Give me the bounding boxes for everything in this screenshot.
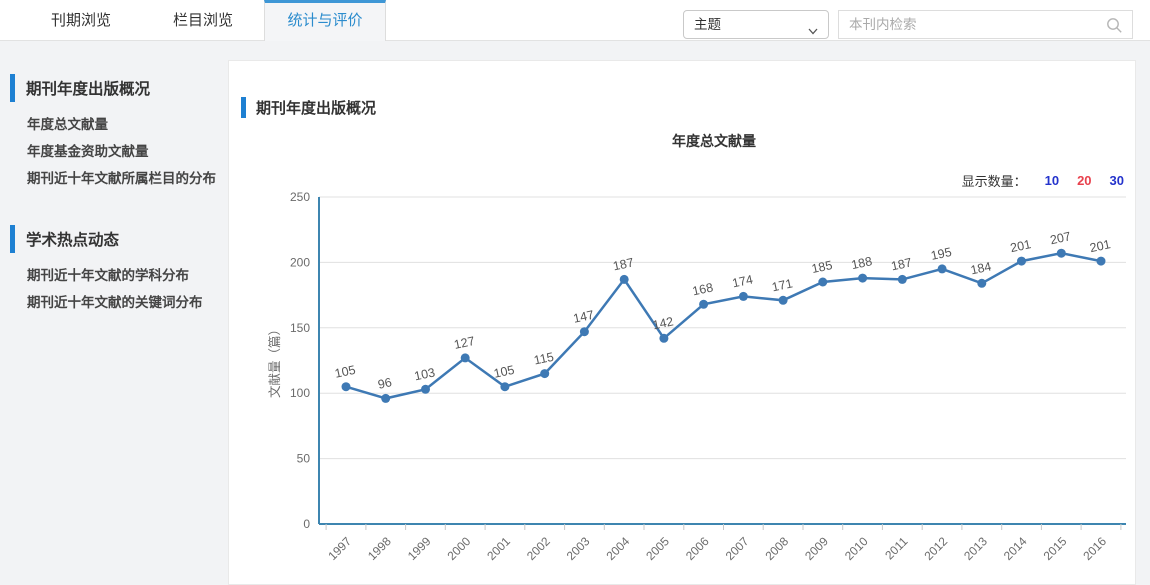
svg-text:2014: 2014: [1001, 534, 1030, 563]
svg-text:150: 150: [290, 321, 310, 335]
svg-text:50: 50: [297, 452, 311, 466]
svg-text:250: 250: [290, 190, 310, 204]
search-area: 主题: [683, 10, 1133, 39]
tab-column-browse[interactable]: 栏目浏览: [142, 0, 264, 41]
svg-text:171: 171: [771, 276, 794, 294]
svg-text:187: 187: [612, 255, 635, 273]
search-icon[interactable]: [1106, 17, 1123, 39]
tab-issue-browse[interactable]: 刊期浏览: [20, 0, 142, 41]
topic-select[interactable]: 主题: [683, 10, 829, 39]
display-count-option-10[interactable]: 10: [1045, 173, 1059, 188]
chart-title: 年度总文献量: [289, 131, 1139, 151]
svg-text:200: 200: [290, 255, 310, 269]
svg-text:201: 201: [1089, 237, 1112, 255]
chevron-down-icon: [807, 19, 819, 46]
svg-text:103: 103: [413, 365, 436, 383]
section-accent-bar: [10, 225, 15, 253]
display-count-option-20[interactable]: 20: [1077, 173, 1091, 188]
line-chart: 0 50 100 150 200 250 105 1997 96 1998 103 1999 127 20…: [233, 189, 1138, 584]
svg-text:2004: 2004: [604, 534, 633, 563]
journal-search-box: [838, 10, 1133, 39]
svg-text:207: 207: [1049, 229, 1072, 247]
svg-text:2010: 2010: [842, 534, 871, 563]
svg-text:2007: 2007: [723, 534, 752, 563]
sidebar-list: 期刊近十年文献的学科分布 期刊近十年文献的关键词分布: [0, 262, 228, 316]
svg-text:96: 96: [377, 375, 394, 392]
sidebar-item-subject-distribution[interactable]: 期刊近十年文献的学科分布: [0, 262, 228, 289]
tab-bar: 刊期浏览 栏目浏览 统计与评价: [20, 0, 386, 41]
sidebar-item-annual-funded-documents[interactable]: 年度基金资助文献量: [0, 138, 228, 165]
svg-text:105: 105: [492, 363, 515, 381]
sidebar-section-publication-overview: 期刊年度出版概况: [0, 74, 228, 102]
main-content-panel: 期刊年度出版概况 年度总文献量 显示数量： 10 20 30 0 50 100 150…: [228, 60, 1136, 585]
svg-text:2003: 2003: [564, 534, 593, 563]
svg-text:201: 201: [1009, 237, 1032, 255]
svg-text:2005: 2005: [643, 534, 672, 563]
svg-text:142: 142: [651, 314, 674, 332]
section-accent-bar: [241, 97, 246, 118]
topic-select-value: 主题: [694, 17, 721, 32]
section-accent-bar: [10, 74, 15, 102]
svg-text:2016: 2016: [1080, 534, 1109, 563]
svg-text:2015: 2015: [1041, 534, 1070, 563]
svg-text:185: 185: [810, 258, 833, 276]
svg-text:2012: 2012: [921, 534, 950, 563]
tab-statistics-evaluation[interactable]: 统计与评价: [264, 0, 386, 41]
sidebar-item-annual-total-documents[interactable]: 年度总文献量: [0, 111, 228, 138]
svg-text:105: 105: [334, 363, 357, 381]
top-navigation-bar: 刊期浏览 栏目浏览 统计与评价 主题: [0, 0, 1150, 41]
sidebar: 期刊年度出版概况 年度总文献量 年度基金资助文献量 期刊近十年文献所属栏目的分布…: [0, 41, 228, 329]
sidebar-section-academic-hotspots: 学术热点动态: [0, 225, 228, 253]
svg-text:2008: 2008: [762, 534, 791, 563]
svg-text:184: 184: [969, 259, 992, 277]
svg-text:2001: 2001: [484, 534, 513, 563]
panel-section-header: 期刊年度出版概况: [241, 97, 376, 118]
search-input[interactable]: [839, 11, 1132, 38]
svg-text:2006: 2006: [683, 534, 712, 563]
display-count-control: 显示数量： 10 20 30: [962, 171, 1124, 190]
svg-text:2000: 2000: [445, 534, 474, 563]
svg-text:188: 188: [850, 254, 873, 272]
display-count-label: 显示数量：: [962, 171, 1027, 190]
sidebar-section-title: 期刊年度出版概况: [26, 77, 150, 99]
svg-text:2011: 2011: [882, 534, 910, 562]
svg-text:2002: 2002: [524, 534, 553, 563]
svg-text:0: 0: [303, 517, 310, 531]
svg-text:1997: 1997: [325, 534, 354, 563]
sidebar-item-column-distribution[interactable]: 期刊近十年文献所属栏目的分布: [0, 165, 228, 192]
chart-area: 0 50 100 150 200 250 105 1997 96 1998 103 1999 127 20…: [233, 189, 1138, 584]
sidebar-section-title: 学术热点动态: [26, 228, 119, 250]
panel-section-title: 期刊年度出版概况: [256, 97, 376, 118]
svg-text:174: 174: [731, 272, 754, 290]
svg-text:195: 195: [930, 245, 953, 263]
svg-text:1999: 1999: [405, 534, 434, 563]
svg-text:1998: 1998: [365, 534, 394, 563]
svg-text:2009: 2009: [802, 534, 831, 563]
svg-text:168: 168: [691, 280, 714, 298]
sidebar-item-keyword-distribution[interactable]: 期刊近十年文献的关键词分布: [0, 289, 228, 316]
display-count-option-30[interactable]: 30: [1110, 173, 1124, 188]
sidebar-list: 年度总文献量 年度基金资助文献量 期刊近十年文献所属栏目的分布: [0, 111, 228, 192]
svg-text:文献量（篇）: 文献量（篇）: [267, 323, 282, 398]
svg-text:187: 187: [890, 255, 913, 273]
svg-text:2013: 2013: [961, 534, 990, 563]
svg-text:127: 127: [453, 334, 476, 352]
svg-text:100: 100: [290, 386, 310, 400]
